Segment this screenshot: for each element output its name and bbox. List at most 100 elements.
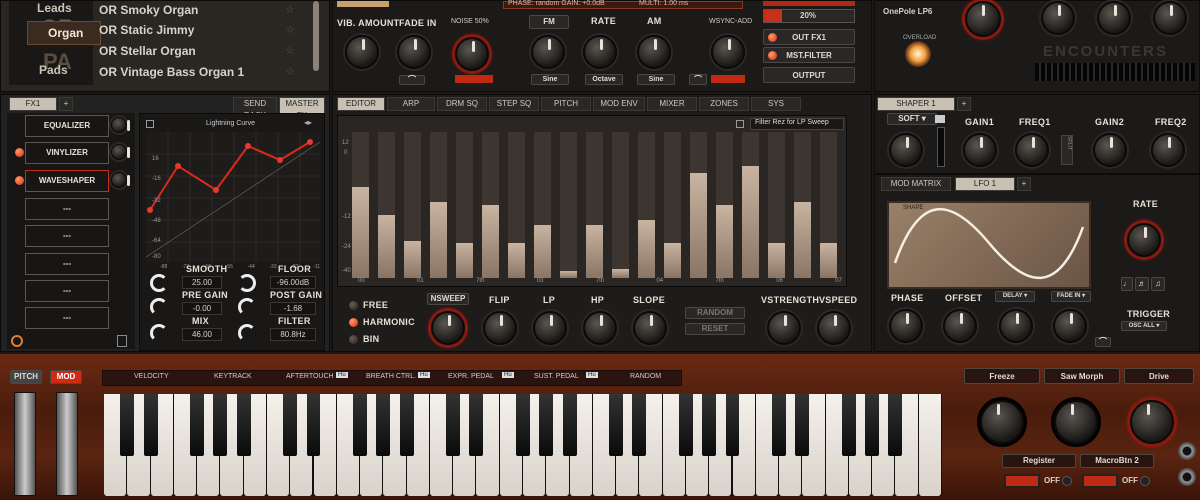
add-fx-button[interactable]: + bbox=[59, 97, 73, 111]
output-button[interactable]: OUTPUT bbox=[763, 67, 855, 83]
mst-filter-button[interactable]: MST.FILTER bbox=[763, 47, 855, 63]
add-mod-button[interactable]: + bbox=[1017, 177, 1031, 191]
post-gain-knob-icon[interactable] bbox=[238, 298, 256, 316]
offset-knob[interactable] bbox=[943, 309, 977, 343]
lfo-rate-knob[interactable] bbox=[1127, 223, 1161, 257]
lp-knob[interactable] bbox=[533, 311, 567, 345]
star-icon[interactable]: ☆ bbox=[285, 3, 295, 16]
wsync-curve-button[interactable]: ⌒ bbox=[689, 74, 707, 85]
filter-knob-icon[interactable] bbox=[238, 324, 256, 342]
rate-mode[interactable]: Octave bbox=[585, 74, 623, 85]
tab-fx1[interactable]: FX1 bbox=[9, 97, 57, 111]
post-gain-value[interactable]: -1.68 bbox=[270, 302, 316, 315]
black-key[interactable] bbox=[399, 394, 414, 456]
bar-column[interactable] bbox=[586, 132, 603, 278]
shaper-slider[interactable] bbox=[937, 127, 945, 167]
waveshaper-led[interactable] bbox=[15, 176, 24, 185]
bar-column[interactable] bbox=[508, 132, 525, 278]
equalizer-knob[interactable] bbox=[111, 117, 130, 133]
top-right-knob-1[interactable] bbox=[1041, 1, 1075, 35]
phase-knob[interactable] bbox=[889, 309, 923, 343]
tab-pitch[interactable]: PITCH bbox=[541, 97, 591, 111]
curve-nav[interactable]: ◂▸ bbox=[304, 118, 312, 127]
power-icon[interactable] bbox=[11, 335, 23, 347]
fade-in-knob[interactable] bbox=[397, 35, 431, 69]
black-key[interactable] bbox=[539, 394, 554, 456]
vstrength-knob[interactable] bbox=[767, 311, 801, 345]
lfo-shape-display[interactable]: SHAPE bbox=[887, 201, 1091, 289]
fx-slot-empty[interactable]: --- bbox=[25, 225, 109, 247]
bar-column[interactable] bbox=[534, 132, 551, 278]
random-button[interactable]: RANDOM bbox=[685, 307, 745, 319]
delete-icon[interactable] bbox=[117, 335, 127, 347]
macro-freeze-label[interactable]: Freeze bbox=[964, 368, 1040, 384]
mix-knob-icon[interactable] bbox=[150, 324, 168, 342]
black-key[interactable] bbox=[865, 394, 880, 456]
nsweep-button[interactable]: NSWEEP bbox=[427, 293, 469, 305]
fm-button[interactable]: FM bbox=[529, 15, 569, 29]
drive-knob[interactable] bbox=[1130, 400, 1174, 444]
filter-value[interactable]: 80.8Hz bbox=[270, 328, 316, 341]
black-key[interactable] bbox=[446, 394, 461, 456]
fade-in-knob-lfo[interactable] bbox=[1053, 309, 1087, 343]
black-key[interactable] bbox=[283, 394, 298, 456]
white-key[interactable] bbox=[918, 394, 941, 496]
cutoff-knob[interactable] bbox=[965, 1, 1001, 37]
hu-badge-icon[interactable]: Hu bbox=[502, 372, 514, 378]
lfo-curve-button[interactable]: ⌒ bbox=[1095, 337, 1111, 347]
pre-gain-knob-icon[interactable] bbox=[150, 298, 168, 316]
macro-saw-morph-label[interactable]: Saw Morph bbox=[1044, 368, 1120, 384]
black-key[interactable] bbox=[609, 394, 624, 456]
black-key[interactable] bbox=[632, 394, 647, 456]
category-leads[interactable]: Leads bbox=[37, 1, 72, 15]
source-velocity[interactable]: VELOCITY bbox=[134, 373, 169, 380]
bar-column[interactable] bbox=[482, 132, 499, 278]
smooth-value[interactable]: 25.00 bbox=[182, 276, 222, 289]
fx-slot-vinylizer[interactable]: VINYLIZER bbox=[25, 142, 109, 164]
fm-knob[interactable] bbox=[531, 35, 565, 69]
tab-lfo-1[interactable]: LFO 1 bbox=[955, 177, 1015, 191]
shaper-mode-select[interactable]: SOFT ▾ bbox=[887, 113, 937, 125]
star-icon[interactable]: ☆ bbox=[285, 23, 295, 36]
black-key[interactable] bbox=[678, 394, 693, 456]
preset-scrollbar[interactable] bbox=[313, 1, 319, 71]
gain2-knob[interactable] bbox=[1093, 133, 1127, 167]
am-knob[interactable] bbox=[637, 35, 671, 69]
bar-column[interactable] bbox=[820, 132, 837, 278]
fm-wave[interactable]: Sine bbox=[531, 74, 569, 85]
black-key[interactable] bbox=[353, 394, 368, 456]
star-icon[interactable]: ☆ bbox=[285, 44, 295, 57]
bar-column[interactable] bbox=[690, 132, 707, 278]
fx-slot-waveshaper[interactable]: WAVESHAPER bbox=[25, 170, 109, 192]
black-key[interactable] bbox=[306, 394, 321, 456]
shaper-drive-knob[interactable] bbox=[889, 133, 923, 167]
curve-menu-icon[interactable] bbox=[146, 120, 154, 128]
delay-knob[interactable] bbox=[999, 309, 1033, 343]
register-toggle[interactable] bbox=[1004, 474, 1040, 488]
piano-keyboard[interactable] bbox=[104, 394, 942, 496]
mix-value[interactable]: 46.00 bbox=[182, 328, 222, 341]
vspeed-knob[interactable] bbox=[817, 311, 851, 345]
star-icon[interactable]: ☆ bbox=[285, 65, 295, 78]
hu-badge-icon[interactable]: Hu bbox=[336, 372, 348, 378]
black-key[interactable] bbox=[236, 394, 251, 456]
fade-in-select[interactable]: FADE IN ▾ bbox=[1051, 291, 1091, 302]
bar-column[interactable] bbox=[430, 132, 447, 278]
vib-amount-knob[interactable] bbox=[345, 35, 379, 69]
bar-column[interactable] bbox=[768, 132, 785, 278]
vinylizer-knob[interactable] bbox=[111, 144, 130, 160]
preset-item[interactable]: OR Stellar Organ bbox=[99, 44, 196, 58]
black-key[interactable] bbox=[376, 394, 391, 456]
free-label[interactable]: FREE bbox=[363, 300, 388, 310]
split-label[interactable]: SPLIT bbox=[1061, 135, 1073, 165]
black-key[interactable] bbox=[725, 394, 740, 456]
lightning-curve-graph[interactable] bbox=[146, 132, 320, 262]
reset-button[interactable]: RESET bbox=[685, 323, 745, 335]
preset-item[interactable]: OR Static Jimmy bbox=[99, 23, 194, 37]
pitch-button[interactable]: PITCH bbox=[10, 370, 42, 384]
gain1-knob[interactable] bbox=[963, 133, 997, 167]
shaper-toggle[interactable] bbox=[935, 115, 945, 123]
source-aftertouch[interactable]: AFTERTOUCH bbox=[286, 373, 334, 380]
dropdown-box[interactable]: Filter Rez for LP Sweep bbox=[750, 118, 844, 130]
black-key[interactable] bbox=[562, 394, 577, 456]
